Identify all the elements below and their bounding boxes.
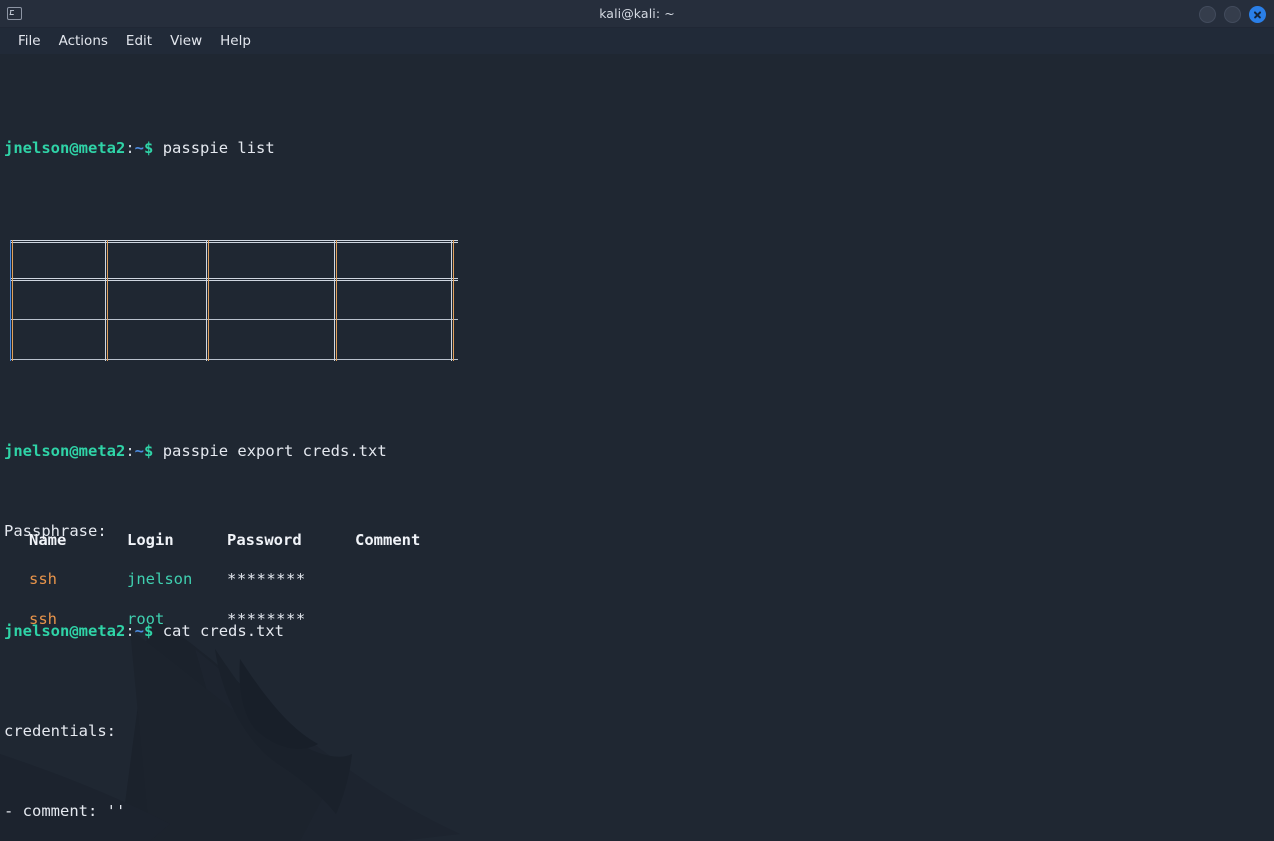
close-button[interactable]	[1249, 6, 1266, 23]
table-border-col-1	[105, 240, 108, 361]
cell-password: ********	[215, 599, 343, 639]
table-header-comment: Comment	[343, 521, 459, 559]
cell-name: ssh	[17, 599, 115, 639]
prompt-colon: :	[125, 139, 134, 157]
minimize-button[interactable]	[1199, 6, 1216, 23]
titlebar: kali@kali: ~	[0, 0, 1274, 28]
menu-item-edit[interactable]: Edit	[117, 31, 161, 51]
command-passpie-list: passpie list	[163, 139, 275, 157]
cell-login: jnelson	[115, 559, 215, 599]
cell-name: ssh	[17, 559, 115, 599]
menubar: File Actions Edit View Help	[0, 28, 1274, 54]
cell-password: ********	[215, 559, 343, 599]
terminal-area[interactable]: jnelson@meta2:~$ passpie list Name	[0, 54, 1274, 841]
table-row: ssh root ********	[17, 599, 459, 639]
prompt-sigil: $	[144, 139, 153, 157]
menu-item-view[interactable]: View	[161, 31, 211, 51]
table-border-header-sep	[10, 278, 458, 281]
table-row: ssh jnelson ********	[17, 559, 459, 599]
maximize-button[interactable]	[1224, 6, 1241, 23]
terminal-line-prompt-1: jnelson@meta2:~$ passpie list	[4, 138, 1274, 158]
passpie-credentials-table: Name Login Password Comment ssh jnelson …	[17, 521, 459, 639]
window-controls	[1199, 0, 1266, 28]
menu-item-actions[interactable]: Actions	[50, 31, 117, 51]
passpie-table-wrapper: Name Login Password Comment ssh jnelson …	[10, 240, 458, 361]
table-header-password: Password	[215, 521, 343, 559]
cell-login: root	[115, 599, 215, 639]
terminal-screen: jnelson@meta2:~$ passpie list Name	[4, 58, 1274, 841]
cell-comment	[343, 559, 459, 599]
table-header-row: Name Login Password Comment	[17, 521, 459, 559]
table-border-top	[10, 240, 458, 243]
table-border-bottom	[10, 359, 458, 360]
menu-item-file[interactable]: File	[9, 31, 50, 51]
cell-comment	[343, 599, 459, 639]
table-border-col-3	[334, 240, 337, 361]
table-header-name: Name	[17, 521, 115, 559]
table-border-row-sep	[10, 319, 458, 320]
window-title: kali@kali: ~	[0, 6, 1274, 21]
terminal-window: kali@kali: ~ File Actions Edit View Help…	[0, 0, 1274, 841]
table-border-col-2	[206, 240, 209, 361]
table-border-right	[451, 240, 454, 361]
table-border-left	[10, 240, 13, 361]
yaml-credentials-key: credentials:	[4, 721, 1274, 741]
prompt-path: ~	[135, 139, 144, 157]
prompt-user-host: jnelson@meta2	[4, 139, 125, 157]
table-header-login: Login	[115, 521, 215, 559]
yaml-entry-0-comment: - comment: ''	[4, 801, 1274, 821]
terminal-icon	[7, 7, 22, 20]
menu-item-help[interactable]: Help	[211, 31, 260, 51]
